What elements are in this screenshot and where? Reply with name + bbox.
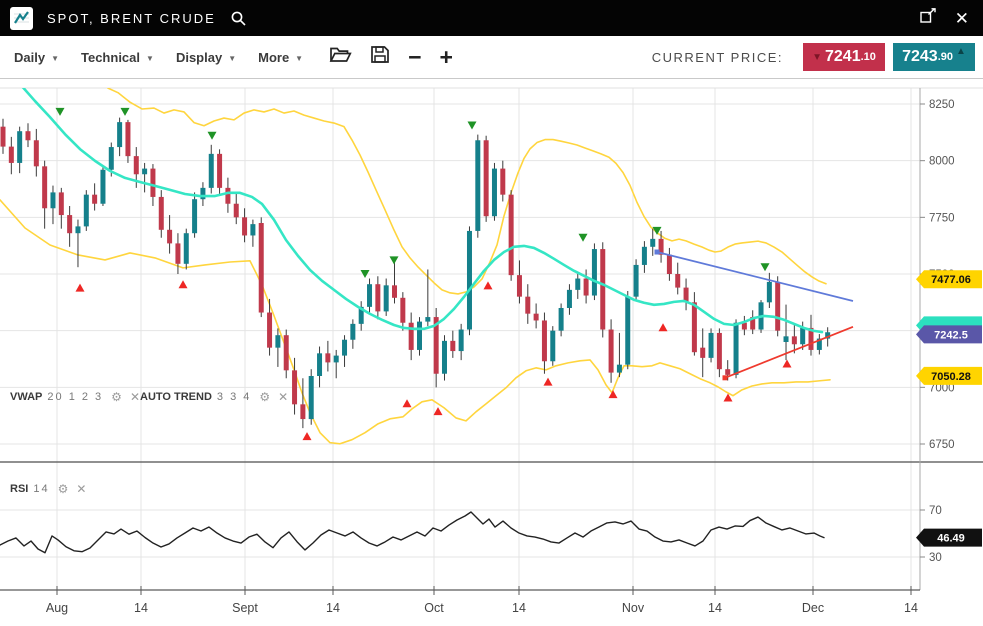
svg-text:46.49: 46.49	[937, 533, 965, 545]
popout-button[interactable]	[920, 8, 937, 28]
sell-signal-icon	[579, 234, 588, 242]
svg-text:14: 14	[134, 601, 148, 615]
search-icon[interactable]	[230, 10, 247, 27]
close-icon[interactable]: ✕	[955, 10, 969, 27]
buy-signal-icon	[609, 390, 618, 398]
toolbar: Daily ▼ Technical ▼ Display ▼ More ▼ − +	[0, 36, 983, 79]
autotrend-indicator-label: AUTO TREND 3 3 4 ⚙ ✕	[140, 390, 288, 404]
svg-text:14: 14	[512, 601, 526, 615]
title-bar: SPOT, BRENT CRUDE ✕	[0, 0, 983, 36]
app-logo-icon	[10, 7, 33, 30]
rsi-remove-icon[interactable]: ✕	[76, 482, 86, 496]
buy-signal-icon	[484, 281, 493, 289]
menu-display[interactable]: Display ▼	[176, 50, 236, 65]
chevron-down-icon: ▼	[228, 52, 236, 63]
ask-price-value: 7243	[902, 48, 938, 66]
rsi-panel	[0, 512, 824, 553]
svg-text:7750: 7750	[929, 212, 955, 224]
current-price-label: CURRENT PRICE:	[652, 50, 783, 65]
sell-signal-icon	[121, 108, 130, 116]
buy-signal-icon	[544, 378, 553, 386]
svg-text:Nov: Nov	[622, 601, 645, 615]
svg-text:7477.06: 7477.06	[931, 274, 971, 286]
bid-price-badge: ▼ 7241.10	[803, 43, 885, 71]
open-folder-icon[interactable]	[329, 45, 352, 69]
bid-price-value: 7241	[825, 48, 861, 66]
svg-text:Sept: Sept	[232, 601, 258, 615]
chevron-down-icon: ▼	[295, 52, 303, 63]
sell-signal-icon	[761, 263, 770, 271]
buy-signal-icon	[179, 280, 188, 288]
sell-signal-icon	[468, 122, 477, 130]
sell-signal-icon	[208, 132, 217, 140]
svg-text:14: 14	[708, 601, 722, 615]
svg-text:8000: 8000	[929, 156, 955, 168]
rsi-settings-gear-icon[interactable]: ⚙	[58, 482, 69, 496]
autotrend-settings-gear-icon[interactable]: ⚙	[259, 390, 270, 404]
price-chart[interactable]: 82508000775075007250700067507030Aug14Sep…	[0, 79, 983, 626]
menu-technical[interactable]: Technical ▼	[81, 50, 154, 65]
svg-text:6750: 6750	[929, 439, 955, 451]
ask-price-badge: 7243.90 ▲	[893, 43, 975, 71]
buy-signal-icon	[303, 432, 312, 440]
price-down-icon: ▼	[812, 52, 822, 63]
svg-text:7050.28: 7050.28	[931, 371, 971, 383]
menu-daily[interactable]: Daily ▼	[14, 50, 59, 65]
svg-text:Oct: Oct	[424, 601, 444, 615]
rsi-indicator-label: RSI 14 ⚙ ✕	[10, 482, 86, 496]
chevron-down-icon: ▼	[51, 52, 59, 63]
zoom-in-button[interactable]: +	[440, 47, 453, 67]
buy-signal-icon	[659, 323, 668, 331]
svg-text:70: 70	[929, 505, 942, 517]
chevron-down-icon: ▼	[146, 52, 154, 63]
vwap-indicator-label: VWAP 20 1 2 3 ⚙ ✕	[10, 390, 140, 404]
save-icon[interactable]	[370, 45, 390, 69]
upper-band-price-badge: 7477.06	[916, 270, 982, 288]
buy-signal-icon	[76, 284, 85, 292]
vwap-remove-icon[interactable]: ✕	[130, 390, 140, 404]
zoom-out-button[interactable]: −	[408, 47, 421, 67]
svg-text:7242.5: 7242.5	[934, 329, 968, 341]
buy-signal-icon	[783, 360, 792, 368]
price-up-icon: ▲	[956, 46, 966, 57]
svg-text:Dec: Dec	[802, 601, 824, 615]
buy-signal-icon	[434, 407, 443, 415]
autotrend-remove-icon[interactable]: ✕	[278, 390, 288, 404]
svg-text:14: 14	[904, 601, 918, 615]
grid-lines	[0, 88, 983, 590]
sell-signal-icon	[653, 227, 662, 235]
lower-band-price-badge: 7050.28	[916, 367, 982, 385]
svg-text:Aug: Aug	[46, 601, 68, 615]
buy-signal-icon	[403, 399, 412, 407]
menu-more[interactable]: More ▼	[258, 50, 303, 65]
window-title: SPOT, BRENT CRUDE	[47, 11, 216, 26]
vwap-settings-gear-icon[interactable]: ⚙	[111, 390, 122, 404]
svg-text:14: 14	[326, 601, 340, 615]
svg-text:30: 30	[929, 552, 942, 564]
last-price-badge: 7242.5	[916, 325, 982, 343]
rsi-value-badge: 46.49	[916, 529, 982, 547]
sell-signal-icon	[390, 256, 399, 264]
svg-text:8250: 8250	[929, 99, 955, 111]
